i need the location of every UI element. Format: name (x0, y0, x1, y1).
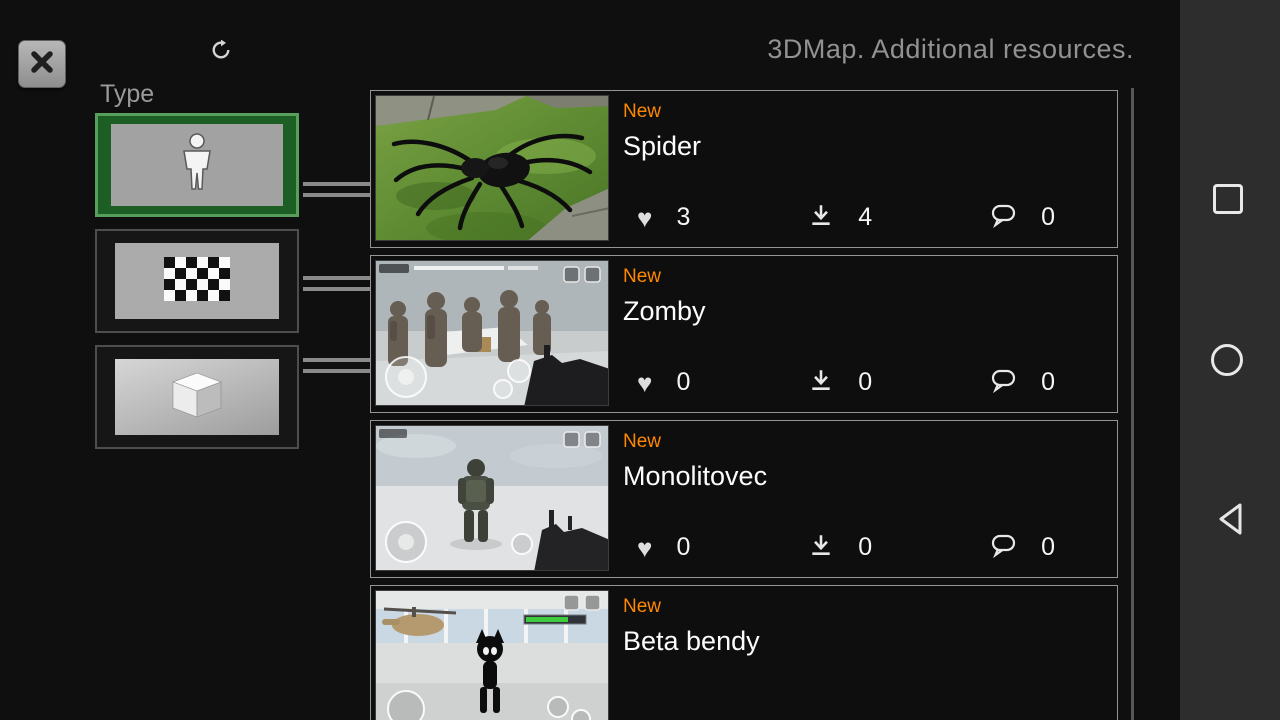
refresh-icon (211, 39, 231, 65)
resource-title: Monolitovec (623, 461, 768, 491)
resource-title: Zomby (623, 296, 706, 326)
type-button-models[interactable] (95, 345, 299, 449)
connector-models (303, 358, 370, 373)
android-nav-bar (1180, 0, 1280, 720)
download-icon (808, 202, 834, 233)
downloads-count: 0 (858, 533, 873, 561)
scrollbar[interactable] (1131, 88, 1134, 720)
card-body: New Beta bendy (609, 590, 1113, 720)
cube-icon (167, 369, 227, 426)
comments-button[interactable]: 0 (990, 203, 1055, 233)
heart-icon: ♥ (637, 367, 653, 398)
resource-title: Beta bendy (623, 626, 760, 656)
checkerboard-icon (164, 256, 230, 306)
downloads-button[interactable]: 0 (808, 367, 872, 398)
model-thumb (115, 359, 279, 435)
download-icon (808, 532, 834, 563)
type-label: Type (100, 80, 155, 108)
resource-card-monolitovec[interactable]: New Monolitovec ♥ 0 0 0 (370, 420, 1118, 578)
zomby-thumbnail (375, 260, 609, 406)
downloads-count: 4 (858, 203, 873, 231)
texture-thumb (115, 243, 279, 319)
likes-button[interactable]: ♥ 0 (637, 368, 690, 397)
app-root: 3DMap. Additional resources. Type New Sp… (0, 0, 1280, 720)
comments-button[interactable]: 0 (990, 368, 1055, 398)
likes-count: 0 (676, 368, 691, 396)
new-badge: New (623, 596, 662, 617)
refresh-button[interactable] (209, 39, 233, 65)
comment-icon (990, 533, 1017, 563)
card-body: New Monolitovec ♥ 0 0 0 (609, 425, 1113, 573)
connector-characters (303, 182, 370, 197)
new-badge: New (623, 266, 662, 287)
comment-icon (990, 368, 1017, 398)
likes-button[interactable]: ♥ 3 (637, 203, 690, 232)
resource-title: Spider (623, 131, 702, 161)
resource-card-spider[interactable]: New Spider ♥ 3 4 0 (370, 90, 1118, 248)
beta-bendy-thumbnail (375, 590, 609, 720)
resource-card-zomby[interactable]: New Zomby ♥ 0 0 0 (370, 255, 1118, 413)
heart-icon: ♥ (637, 202, 653, 233)
comments-button[interactable]: 0 (990, 533, 1055, 563)
card-body: New Spider ♥ 3 4 0 (609, 95, 1113, 243)
back-triangle-icon (1209, 503, 1251, 544)
downloads-count: 0 (858, 368, 873, 396)
comments-count: 0 (1041, 368, 1055, 396)
person-icon (176, 132, 218, 198)
connector-textures (303, 276, 370, 291)
stats-row: ♥ 0 0 0 (623, 532, 1113, 573)
new-badge: New (623, 101, 662, 122)
close-button[interactable] (18, 40, 66, 88)
likes-count: 3 (676, 203, 691, 231)
type-list (95, 113, 301, 461)
card-body: New Zomby ♥ 0 0 0 (609, 260, 1113, 408)
downloads-button[interactable]: 4 (808, 202, 872, 233)
likes-button[interactable]: ♥ 0 (637, 533, 690, 562)
type-button-characters[interactable] (95, 113, 299, 217)
likes-count: 0 (676, 533, 691, 561)
home-button[interactable] (1211, 344, 1243, 376)
type-button-textures[interactable] (95, 229, 299, 333)
monolitovec-thumbnail (375, 425, 609, 571)
comment-icon (990, 203, 1017, 233)
new-badge: New (623, 431, 662, 452)
back-button[interactable] (1209, 498, 1251, 540)
comments-count: 0 (1041, 203, 1055, 231)
spider-thumbnail (375, 95, 609, 241)
resource-card-beta-bendy[interactable]: New Beta bendy (370, 585, 1118, 720)
stats-row: ♥ 3 4 0 (623, 202, 1113, 243)
stats-row: ♥ 0 0 0 (623, 367, 1113, 408)
comments-count: 0 (1041, 533, 1055, 561)
recents-button[interactable] (1213, 184, 1243, 214)
close-icon (27, 47, 57, 82)
heart-icon: ♥ (637, 532, 653, 563)
character-thumb (111, 124, 283, 206)
downloads-button[interactable]: 0 (808, 532, 872, 563)
page-title: 3DMap. Additional resources. (767, 34, 1134, 64)
download-icon (808, 367, 834, 398)
